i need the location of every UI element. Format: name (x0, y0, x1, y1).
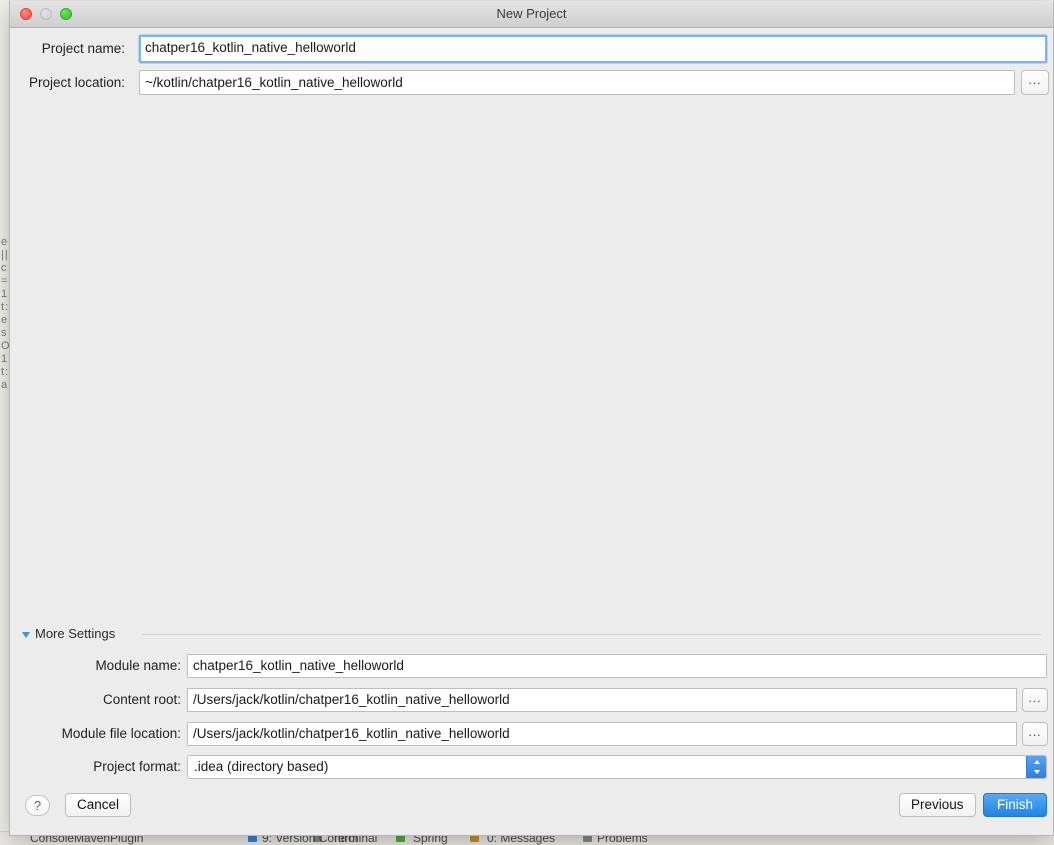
project-location-row: Project location: ~/kotlin/chatper16_kot… (10, 70, 1053, 96)
project-location-browse-button[interactable]: ... (1021, 70, 1049, 95)
dialog-button-bar: ? Cancel Previous Finish (10, 781, 1053, 835)
module-file-location-browse-button[interactable]: ... (1022, 722, 1048, 746)
project-format-label: Project format: (93, 759, 181, 774)
module-name-row: Module name: chatper16_kotlin_native_hel… (10, 654, 1053, 678)
stepper-chevrons-icon[interactable] (1026, 756, 1046, 778)
project-format-row: Project format: .idea (directory based) (10, 755, 1053, 779)
previous-button[interactable]: Previous (899, 793, 976, 817)
dialog-title: New Project (496, 6, 567, 21)
content-root-label: Content root: (102, 692, 181, 707)
disclosure-triangle-icon[interactable] (22, 632, 30, 638)
project-location-input[interactable]: ~/kotlin/chatper16_kotlin_native_hellowo… (139, 70, 1015, 95)
finish-button[interactable]: Finish (983, 793, 1047, 817)
module-file-location-label: Module file location: (61, 726, 181, 741)
more-settings-section: More Settings Module name: chatper16_kot… (10, 622, 1053, 782)
cancel-button[interactable]: Cancel (65, 793, 132, 817)
more-settings-label: More Settings (35, 625, 122, 643)
dialog-title-bar: New Project (10, 1, 1053, 28)
project-name-row: Project name: chatper16_kotlin_native_he… (10, 35, 1053, 63)
project-format-select[interactable]: .idea (directory based) (187, 755, 1047, 779)
project-name-label: Project name: (41, 41, 125, 56)
new-project-dialog: New Project Project name: chatper16_kotl… (9, 1, 1054, 836)
more-settings-header[interactable]: More Settings (22, 625, 1041, 643)
chevron-up-icon (1033, 760, 1040, 764)
module-file-location-input[interactable]: /Users/jack/kotlin/chatper16_kotlin_nati… (187, 722, 1017, 746)
module-name-input[interactable]: chatper16_kotlin_native_helloworld (187, 654, 1047, 678)
content-root-input[interactable]: /Users/jack/kotlin/chatper16_kotlin_nati… (187, 688, 1017, 712)
help-button[interactable]: ? (25, 795, 50, 816)
chevron-down-icon (1033, 770, 1040, 774)
module-file-location-row: Module file location: /Users/jack/kotlin… (10, 722, 1053, 746)
project-format-value: .idea (directory based) (194, 759, 329, 774)
project-name-input[interactable]: chatper16_kotlin_native_helloworld (139, 35, 1047, 63)
project-location-label: Project location: (28, 75, 125, 90)
more-settings-divider (142, 634, 1041, 635)
module-name-label: Module name: (95, 658, 181, 673)
content-root-browse-button[interactable]: ... (1022, 688, 1048, 712)
content-root-row: Content root: /Users/jack/kotlin/chatper… (10, 688, 1053, 712)
project-form: Project name: chatper16_kotlin_native_he… (10, 28, 1053, 96)
dialog-empty-area (10, 96, 1053, 620)
